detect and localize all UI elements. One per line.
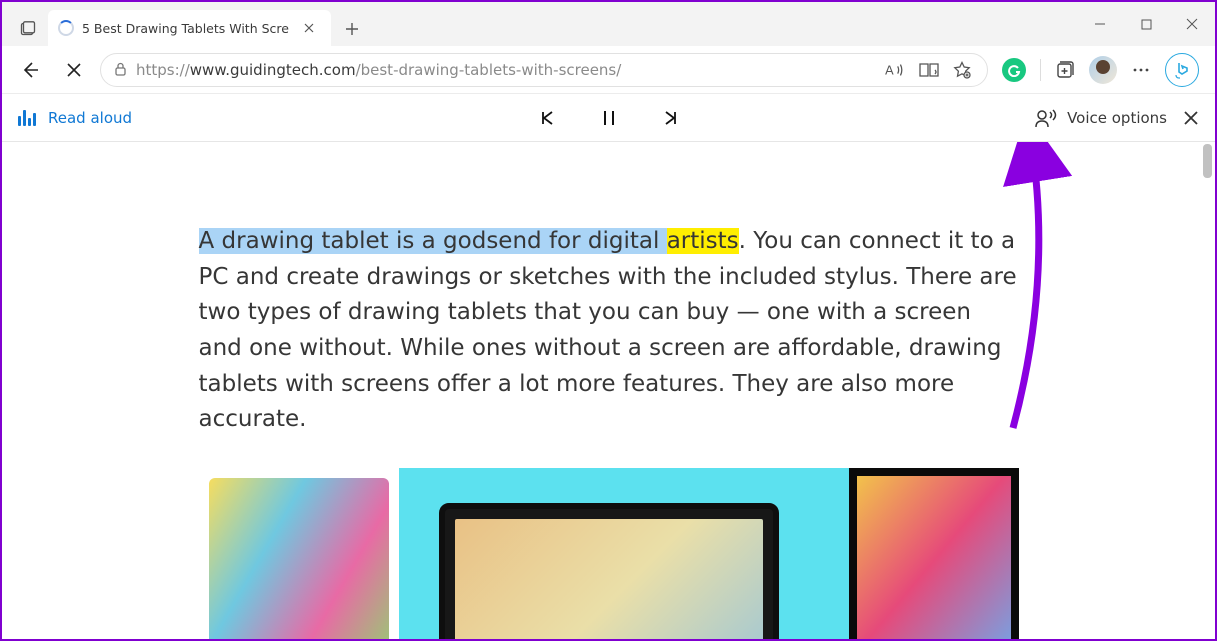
- stop-loading-button[interactable]: [56, 52, 92, 88]
- read-aloud-indicator[interactable]: Read aloud: [18, 109, 132, 127]
- previous-paragraph-button[interactable]: [529, 100, 565, 136]
- more-menu-icon[interactable]: [1131, 60, 1151, 80]
- collections-icon[interactable]: [1055, 60, 1075, 80]
- voice-options-icon: [1035, 108, 1057, 128]
- back-button[interactable]: [12, 52, 48, 88]
- address-bar[interactable]: https://www.guidingtech.com/best-drawing…: [100, 53, 988, 87]
- read-aloud-label: Read aloud: [48, 109, 132, 127]
- grammarly-extension-icon[interactable]: [1002, 58, 1026, 82]
- tab-actions-button[interactable]: [8, 12, 48, 46]
- address-toolbar: https://www.guidingtech.com/best-drawing…: [2, 46, 1215, 94]
- next-paragraph-button[interactable]: [653, 100, 689, 136]
- profile-avatar[interactable]: [1089, 56, 1117, 84]
- loading-spinner-icon: [58, 20, 74, 36]
- read-aloud-entry-icon[interactable]: A: [885, 61, 905, 79]
- close-tab-button[interactable]: [297, 16, 321, 40]
- window-controls: [1077, 2, 1215, 46]
- page-viewport: A drawing tablet is a godsend for digita…: [2, 142, 1215, 639]
- svg-text:A: A: [885, 62, 894, 77]
- voice-options-button[interactable]: Voice options: [1035, 108, 1167, 128]
- voice-options-label: Voice options: [1067, 109, 1167, 127]
- minimize-button[interactable]: [1077, 2, 1123, 46]
- article-hero-image: [199, 468, 1019, 639]
- url-text: https://www.guidingtech.com/best-drawing…: [136, 61, 877, 79]
- bing-chat-button[interactable]: [1165, 53, 1199, 87]
- pause-button[interactable]: [591, 100, 627, 136]
- vertical-scrollbar[interactable]: [1203, 144, 1212, 178]
- read-aloud-word-highlight: artists: [667, 228, 739, 254]
- read-aloud-bar: Read aloud Voice options: [2, 94, 1215, 142]
- article-content: A drawing tablet is a godsend for digita…: [199, 142, 1019, 639]
- maximize-button[interactable]: [1123, 2, 1169, 46]
- favorites-icon[interactable]: [953, 61, 971, 79]
- close-window-button[interactable]: [1169, 2, 1215, 46]
- close-read-aloud-button[interactable]: [1183, 110, 1199, 126]
- toolbar-right: [996, 53, 1205, 87]
- toolbar-separator: [1040, 59, 1041, 81]
- new-tab-button[interactable]: [335, 12, 369, 46]
- playback-controls: [529, 100, 689, 136]
- tab-title: 5 Best Drawing Tablets With Scre: [82, 21, 289, 36]
- read-aloud-sentence-highlight: A drawing tablet is a godsend for digita…: [199, 228, 739, 254]
- read-aloud-icon: [18, 110, 36, 126]
- browser-tab[interactable]: 5 Best Drawing Tablets With Scre: [48, 10, 331, 46]
- titlebar: 5 Best Drawing Tablets With Scre: [2, 2, 1215, 46]
- site-info-lock-icon[interactable]: [113, 62, 128, 77]
- immersive-reader-icon[interactable]: [919, 62, 939, 78]
- article-paragraph: A drawing tablet is a godsend for digita…: [199, 224, 1019, 438]
